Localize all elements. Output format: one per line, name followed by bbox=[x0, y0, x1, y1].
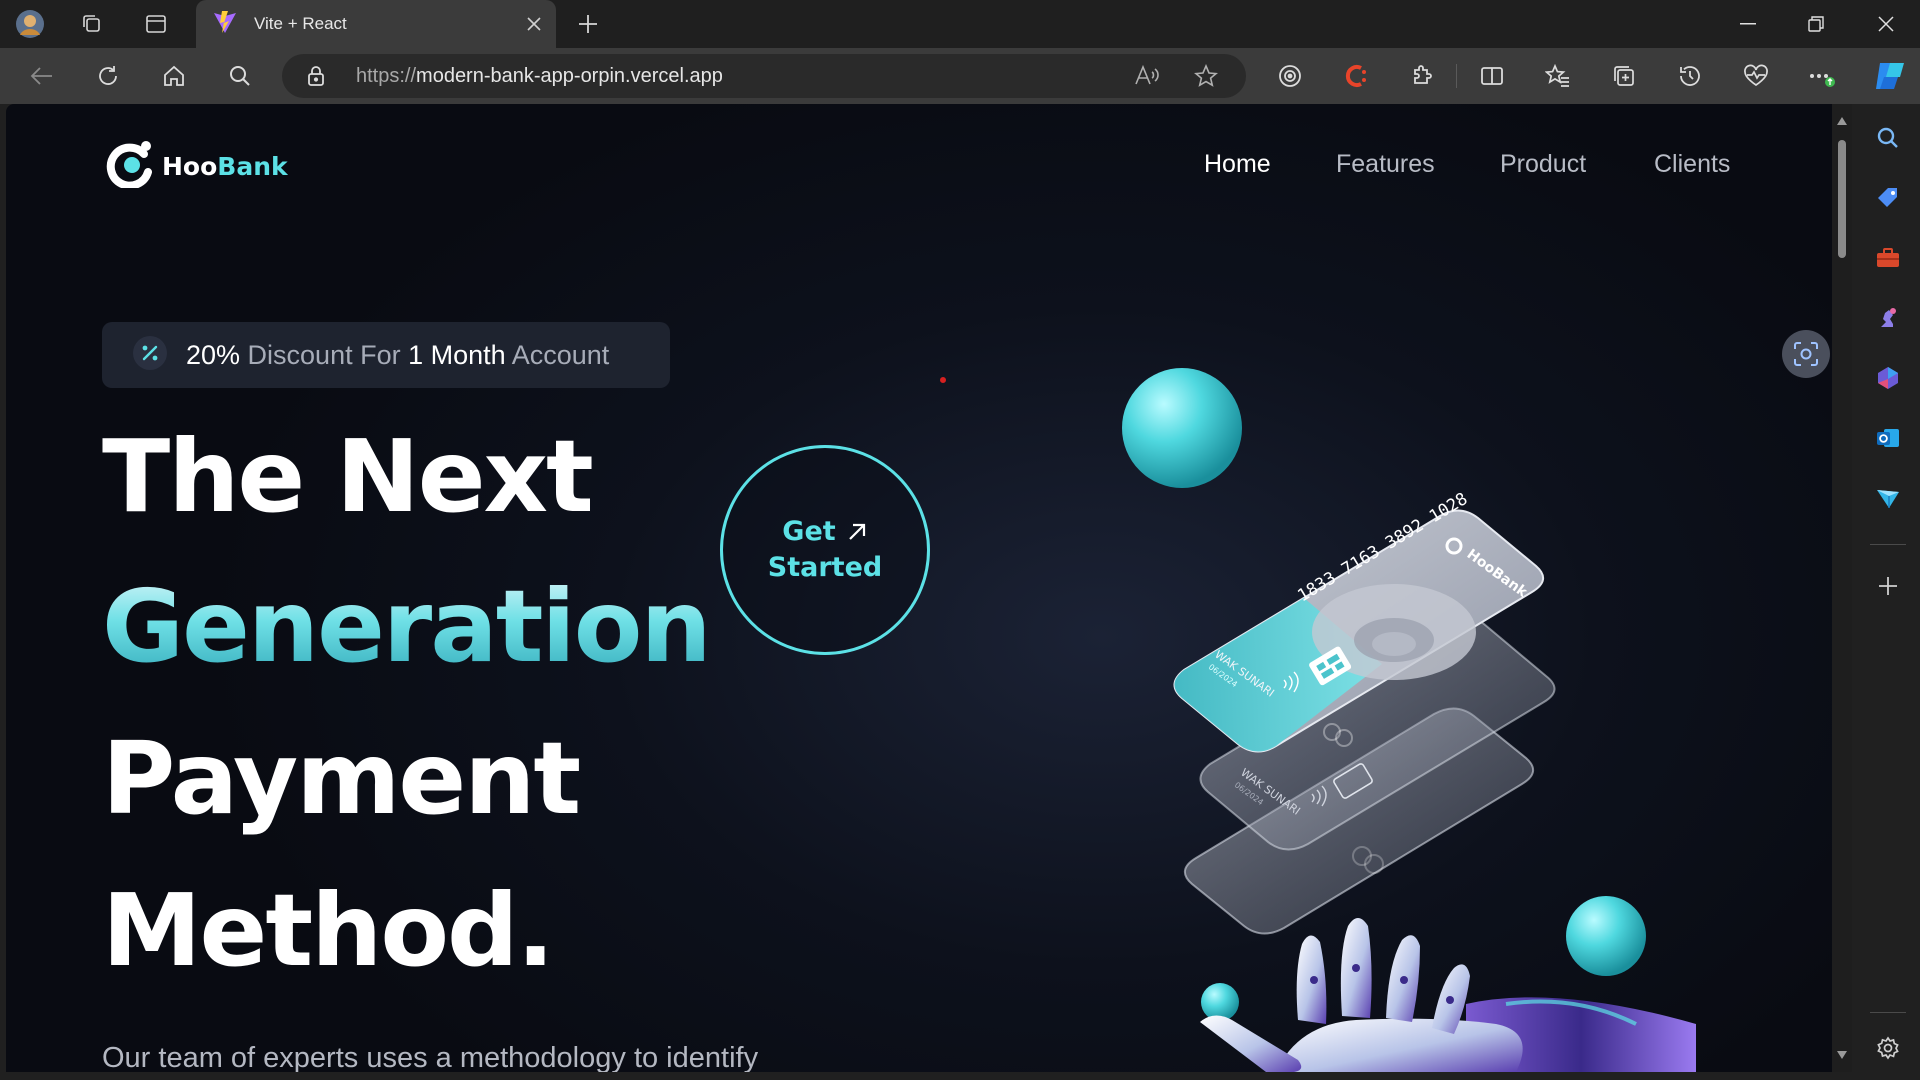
page-scrollbar[interactable] bbox=[1832, 104, 1852, 1072]
favorite-star-icon[interactable] bbox=[1194, 63, 1218, 92]
discount-icon bbox=[132, 335, 168, 375]
visual-search-button[interactable] bbox=[1782, 330, 1830, 378]
discount-text: 20% Discount For 1 Month Account bbox=[186, 340, 609, 371]
split-screen-icon[interactable] bbox=[1476, 60, 1508, 92]
profile-avatar[interactable] bbox=[14, 8, 46, 40]
sidebar-settings-icon[interactable] bbox=[1872, 1032, 1904, 1064]
hero-line-4: Method. bbox=[102, 872, 555, 989]
games-icon[interactable] bbox=[1872, 302, 1904, 334]
discount-badge: 20% Discount For 1 Month Account bbox=[102, 322, 670, 388]
more-menu-icon[interactable] bbox=[1806, 60, 1838, 92]
logo-text-bank: Bank bbox=[217, 151, 288, 181]
tracking-prevention-icon[interactable] bbox=[1274, 60, 1306, 92]
nav-product[interactable]: Product bbox=[1500, 150, 1586, 179]
copilot-icon[interactable] bbox=[1870, 60, 1910, 92]
hero-line-2: Generation bbox=[102, 568, 712, 685]
close-window-icon[interactable] bbox=[1852, 0, 1920, 48]
sphere-large bbox=[1122, 368, 1242, 488]
edge-sidebar bbox=[1856, 104, 1920, 1080]
red-dot bbox=[940, 377, 946, 383]
scrollbar-thumb[interactable] bbox=[1838, 140, 1846, 258]
collections-icon[interactable] bbox=[1608, 60, 1640, 92]
home-icon[interactable] bbox=[158, 60, 190, 92]
minimize-icon[interactable] bbox=[1714, 0, 1782, 48]
refresh-icon[interactable] bbox=[92, 60, 124, 92]
scroll-up-arrow-icon[interactable] bbox=[1836, 116, 1848, 126]
nav-features[interactable]: Features bbox=[1336, 150, 1435, 179]
tab-title: Vite + React bbox=[254, 14, 347, 33]
url-host: modern-bank-app-orpin.vercel.app bbox=[416, 65, 723, 87]
send-drop-icon[interactable] bbox=[1872, 482, 1904, 514]
toolbar-divider bbox=[1456, 64, 1457, 88]
sidebar-divider bbox=[1870, 544, 1906, 545]
sphere-right bbox=[1566, 896, 1646, 976]
history-icon[interactable] bbox=[1674, 60, 1706, 92]
cta-line-2: Started bbox=[767, 552, 883, 583]
hero-subtitle: Our team of experts uses a methodology t… bbox=[102, 1042, 759, 1072]
discount-month: Month bbox=[423, 339, 506, 370]
discount-for: Discount For bbox=[240, 339, 409, 370]
workspaces-icon[interactable] bbox=[76, 8, 108, 40]
microsoft-365-icon[interactable] bbox=[1872, 362, 1904, 394]
tools-briefcase-icon[interactable] bbox=[1872, 242, 1904, 274]
favorites-icon[interactable] bbox=[1542, 60, 1574, 92]
logo-text: HooBank bbox=[162, 152, 288, 181]
shopping-tag-icon[interactable] bbox=[1872, 182, 1904, 214]
address-bar[interactable]: https://modern-bank-app-orpin.vercel.app bbox=[282, 54, 1246, 98]
url-scheme: https:// bbox=[356, 65, 417, 87]
restore-icon[interactable] bbox=[1782, 0, 1850, 48]
url-text[interactable]: https://modern-bank-app-orpin.vercel.app bbox=[356, 65, 723, 88]
logo-text-hoo: Hoo bbox=[162, 151, 218, 181]
tab-actions-icon[interactable] bbox=[140, 8, 172, 40]
sphere-small bbox=[1201, 983, 1239, 1021]
back-icon[interactable] bbox=[26, 60, 58, 92]
cta-line-1: Get bbox=[782, 516, 836, 547]
outlook-icon[interactable] bbox=[1872, 422, 1904, 454]
nav-home[interactable]: Home bbox=[1204, 150, 1271, 179]
scroll-down-arrow-icon[interactable] bbox=[1836, 1050, 1848, 1060]
search-icon[interactable] bbox=[224, 60, 256, 92]
active-tab[interactable]: Vite + React bbox=[196, 0, 556, 48]
hoobank-logo-icon bbox=[106, 140, 156, 192]
page-viewport: HooBank Home Features Product Clients 20… bbox=[6, 104, 1832, 1072]
sidebar-search-icon[interactable] bbox=[1872, 122, 1904, 154]
extension-c-icon[interactable] bbox=[1340, 60, 1372, 92]
get-started-button[interactable]: Get Started bbox=[720, 445, 930, 655]
extensions-icon[interactable] bbox=[1406, 60, 1438, 92]
add-sidebar-app-icon[interactable] bbox=[1872, 570, 1904, 602]
nav-clients[interactable]: Clients bbox=[1654, 150, 1730, 179]
hero-line-1: The Next bbox=[102, 418, 594, 535]
browser-essentials-icon[interactable] bbox=[1740, 60, 1772, 92]
tab-strip: Vite + React bbox=[0, 0, 1920, 48]
hoobank-logo[interactable]: HooBank bbox=[106, 140, 288, 192]
browser-toolbar: https://modern-bank-app-orpin.vercel.app bbox=[0, 48, 1920, 104]
discount-number: 1 bbox=[408, 339, 424, 370]
hero-line-3: Payment bbox=[102, 720, 581, 837]
discount-account: Account bbox=[505, 339, 610, 370]
camera-scan-icon bbox=[1794, 342, 1818, 366]
discount-percent: 20% bbox=[186, 339, 241, 370]
vite-logo-icon bbox=[212, 9, 238, 39]
read-aloud-icon[interactable] bbox=[1134, 64, 1160, 92]
close-tab-icon[interactable] bbox=[522, 12, 546, 36]
arrow-up-right-icon bbox=[846, 521, 868, 543]
hero-illustration: WAK SUNARI 06/2024 1833 7163 3892 1028 H… bbox=[1122, 368, 1696, 1072]
lock-icon[interactable] bbox=[306, 65, 326, 91]
sidebar-divider-bottom bbox=[1870, 1012, 1906, 1013]
new-tab-icon[interactable] bbox=[572, 8, 604, 40]
